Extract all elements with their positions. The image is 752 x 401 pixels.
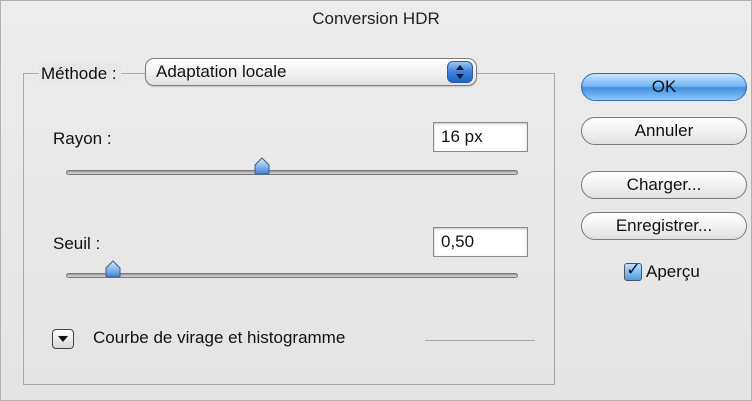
method-label: Méthode : <box>39 63 121 85</box>
disclosure-divider <box>425 340 535 341</box>
threshold-slider-thumb[interactable] <box>105 260 121 278</box>
preview-checkbox[interactable]: ✓ <box>624 259 642 281</box>
radius-slider-track[interactable] <box>66 170 518 175</box>
hdr-conversion-dialog: Conversion HDR Méthode : Adaptation loca… <box>0 0 752 401</box>
save-button[interactable]: Enregistrer... <box>581 212 747 240</box>
load-button[interactable]: Charger... <box>581 171 747 199</box>
method-select-value: Adaptation locale <box>156 62 287 81</box>
dialog-title: Conversion HDR <box>312 9 440 28</box>
threshold-slider-track[interactable] <box>66 273 518 278</box>
disclosure-triangle-icon[interactable] <box>52 329 74 349</box>
radius-slider-thumb[interactable] <box>254 157 270 175</box>
preview-label[interactable]: Aperçu <box>646 262 700 282</box>
checkmark-icon: ✓ <box>626 259 642 279</box>
toning-curve-label[interactable]: Courbe de virage et histogramme <box>93 328 345 348</box>
ok-button[interactable]: OK <box>581 73 747 101</box>
method-select[interactable]: Adaptation locale <box>145 58 477 86</box>
radius-input[interactable] <box>433 122 528 152</box>
cancel-button[interactable]: Annuler <box>581 117 747 145</box>
threshold-input[interactable] <box>433 227 528 257</box>
select-arrows-icon <box>447 61 473 83</box>
threshold-label: Seuil : <box>53 234 101 253</box>
radius-label: Rayon : <box>53 129 112 148</box>
